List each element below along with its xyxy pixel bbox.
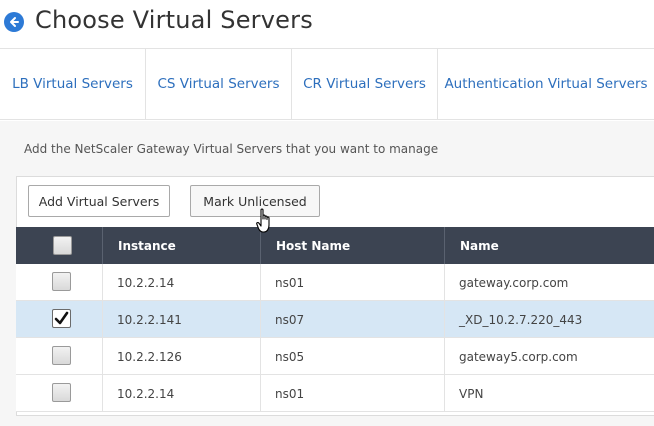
grid-header: Instance Host Name Name [16, 227, 654, 264]
host-name-cell: ns07 [275, 312, 305, 327]
table-row[interactable]: 10.2.2.14 ns01 VPN [16, 375, 654, 412]
host-name-cell: ns05 [275, 349, 305, 364]
row-checkbox[interactable] [52, 272, 71, 291]
virtual-server-tabs: LB Virtual Servers CS Virtual Servers CR… [0, 48, 654, 120]
name-cell: VPN [459, 386, 484, 401]
page-title: Choose Virtual Servers [35, 6, 313, 34]
column-header-instance[interactable]: Instance [118, 227, 176, 264]
name-cell: _XD_10.2.7.220_443 [459, 312, 583, 327]
column-header-host-name[interactable]: Host Name [276, 227, 350, 264]
column-divider [260, 301, 261, 338]
column-divider [444, 227, 445, 264]
column-divider [444, 375, 445, 412]
mark-unlicensed-button[interactable]: Mark Unlicensed [190, 185, 320, 217]
tab-cs-virtual-servers[interactable]: CS Virtual Servers [146, 49, 292, 119]
table-row[interactable]: 10.2.2.126 ns05 gateway5.corp.com [16, 338, 654, 375]
host-name-cell: ns01 [275, 275, 305, 290]
column-divider [102, 264, 103, 301]
row-checkbox[interactable] [52, 383, 71, 402]
table-row[interactable]: 10.2.2.14 ns01 gateway.corp.com [16, 264, 654, 301]
add-virtual-servers-button[interactable]: Add Virtual Servers [28, 185, 170, 217]
column-divider [102, 227, 103, 264]
column-divider [260, 375, 261, 412]
column-divider [260, 264, 261, 301]
back-arrow-icon[interactable] [4, 12, 24, 32]
tab-authentication-virtual-servers[interactable]: Authentication Virtual Servers [438, 49, 654, 119]
select-all-checkbox[interactable] [53, 236, 72, 255]
instance-cell: 10.2.2.14 [117, 275, 175, 290]
host-name-cell: ns01 [275, 386, 305, 401]
instance-cell: 10.2.2.126 [117, 349, 182, 364]
name-cell: gateway5.corp.com [459, 349, 578, 364]
column-divider [102, 375, 103, 412]
row-checkbox[interactable] [52, 309, 71, 328]
column-divider [102, 338, 103, 375]
page-header: Choose Virtual Servers [0, 0, 654, 48]
column-divider [260, 227, 261, 264]
row-checkbox[interactable] [52, 346, 71, 365]
column-divider [444, 264, 445, 301]
column-header-name[interactable]: Name [460, 227, 499, 264]
checkmark-icon [54, 311, 69, 325]
column-divider [444, 301, 445, 338]
name-cell: gateway.corp.com [459, 275, 569, 290]
instance-cell: 10.2.2.14 [117, 386, 175, 401]
column-divider [102, 301, 103, 338]
tab-lb-virtual-servers[interactable]: LB Virtual Servers [0, 49, 146, 119]
tab-cr-virtual-servers[interactable]: CR Virtual Servers [292, 49, 438, 119]
instruction-text: Add the NetScaler Gateway Virtual Server… [24, 142, 439, 156]
instance-cell: 10.2.2.141 [117, 312, 182, 327]
column-divider [260, 338, 261, 375]
column-divider [444, 338, 445, 375]
table-row[interactable]: 10.2.2.141 ns07 _XD_10.2.7.220_443 [16, 301, 654, 338]
